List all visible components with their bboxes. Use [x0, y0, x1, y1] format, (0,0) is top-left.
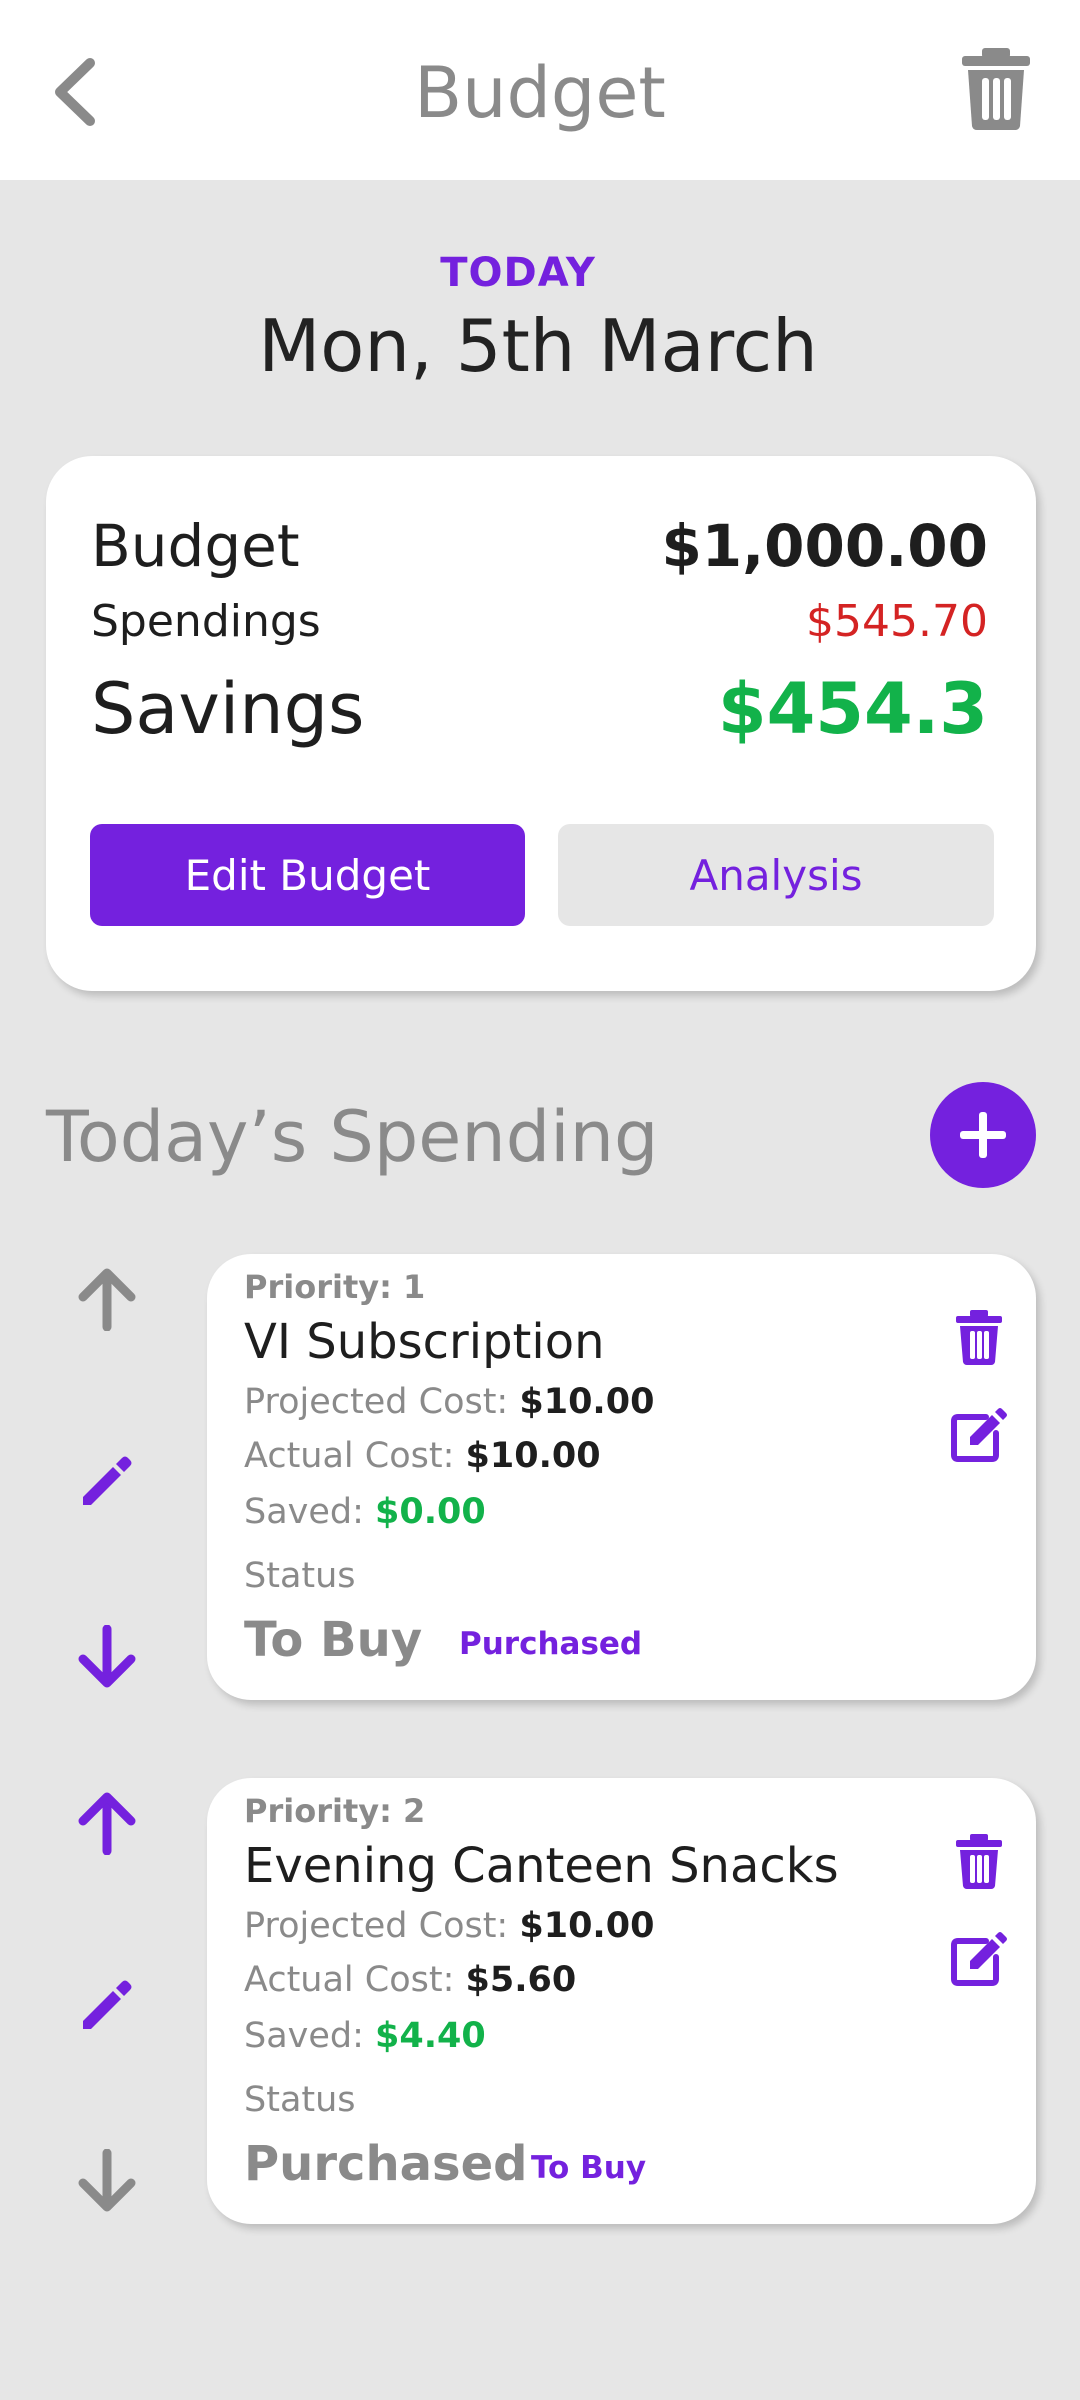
- trash-icon: [962, 48, 1030, 130]
- edit-item-button[interactable]: [947, 1926, 1011, 1992]
- saved-amount: Saved: $0.00: [244, 1492, 486, 1532]
- edit-square-icon: [951, 1408, 1007, 1462]
- saved-amount: Saved: $4.40: [244, 2016, 486, 2056]
- item-priority: Priority: 2: [244, 1792, 426, 1830]
- move-up-button[interactable]: [64, 1780, 150, 1866]
- edit-item-button[interactable]: [947, 1402, 1011, 1468]
- savings-row: Savings $454.3: [91, 668, 988, 750]
- item-name: VI Subscription: [244, 1314, 605, 1370]
- budget-label: Budget: [91, 512, 300, 580]
- today-label: TODAY: [440, 250, 596, 296]
- edit-priority-button[interactable]: [64, 1438, 150, 1524]
- spendings-label: Spendings: [91, 596, 321, 647]
- mark-purchased-button[interactable]: Purchased: [459, 1626, 642, 1662]
- savings-label: Savings: [91, 668, 365, 750]
- add-spending-button[interactable]: [930, 1082, 1036, 1188]
- status-label: Status: [244, 2080, 356, 2120]
- trash-icon: [956, 1310, 1002, 1365]
- status-value: Purchased: [244, 2136, 528, 2192]
- current-date: Mon, 5th March: [258, 304, 818, 388]
- spendings-row: Spendings $545.70: [91, 596, 988, 647]
- arrow-down-icon: [78, 1625, 136, 1688]
- item-priority: Priority: 1: [244, 1268, 426, 1306]
- edit-budget-button[interactable]: Edit Budget: [90, 824, 525, 926]
- edit-priority-button[interactable]: [64, 1962, 150, 2048]
- actual-cost-value: $10.00: [465, 1436, 601, 1476]
- actual-cost: Actual Cost: $10.00: [244, 1436, 601, 1476]
- item-name: Evening Canteen Snacks: [244, 1838, 839, 1894]
- plus-icon: [960, 1112, 1006, 1158]
- analysis-button[interactable]: Analysis: [558, 824, 994, 926]
- budget-value: $1,000.00: [661, 512, 988, 580]
- delete-item-button[interactable]: [947, 1828, 1011, 1894]
- actual-cost: Actual Cost: $5.60: [244, 1960, 577, 2000]
- spending-item-card: Priority: 2 Evening Canteen Snacks Proje…: [207, 1778, 1036, 2224]
- delete-all-button[interactable]: [960, 46, 1032, 130]
- move-down-button[interactable]: [64, 1614, 150, 1700]
- arrow-up-icon: [78, 1268, 136, 1331]
- projected-cost-value: $10.00: [519, 1382, 655, 1422]
- savings-value: $454.3: [717, 668, 988, 750]
- projected-cost-value: $10.00: [519, 1906, 655, 1946]
- edit-square-icon: [951, 1932, 1007, 1986]
- spendings-value: $545.70: [806, 596, 988, 647]
- budget-row: Budget $1,000.00: [91, 512, 988, 580]
- arrow-down-icon: [78, 2149, 136, 2212]
- pencil-icon: [83, 1456, 132, 1505]
- projected-cost: Projected Cost: $10.00: [244, 1906, 655, 1946]
- move-down-button[interactable]: [64, 2138, 150, 2224]
- mark-to-buy-button[interactable]: To Buy: [531, 2150, 646, 2186]
- status-label: Status: [244, 1556, 356, 1596]
- saved-value: $0.00: [375, 1492, 486, 1532]
- move-up-button[interactable]: [64, 1256, 150, 1342]
- section-title: Today’s Spending: [46, 1096, 659, 1178]
- page-title: Budget: [414, 52, 666, 134]
- budget-summary-card: Budget $1,000.00 Spendings $545.70 Savin…: [46, 456, 1036, 991]
- status-value: To Buy: [244, 1612, 423, 1668]
- spending-item-card: Priority: 1 VI Subscription Projected Co…: [207, 1254, 1036, 1700]
- actual-cost-value: $5.60: [465, 1960, 577, 2000]
- arrow-up-icon: [78, 1792, 136, 1855]
- trash-icon: [956, 1834, 1002, 1889]
- pencil-icon: [83, 1980, 132, 2029]
- saved-value: $4.40: [375, 2016, 486, 2056]
- projected-cost: Projected Cost: $10.00: [244, 1382, 655, 1422]
- app-bar: Budget: [0, 0, 1080, 180]
- delete-item-button[interactable]: [947, 1304, 1011, 1370]
